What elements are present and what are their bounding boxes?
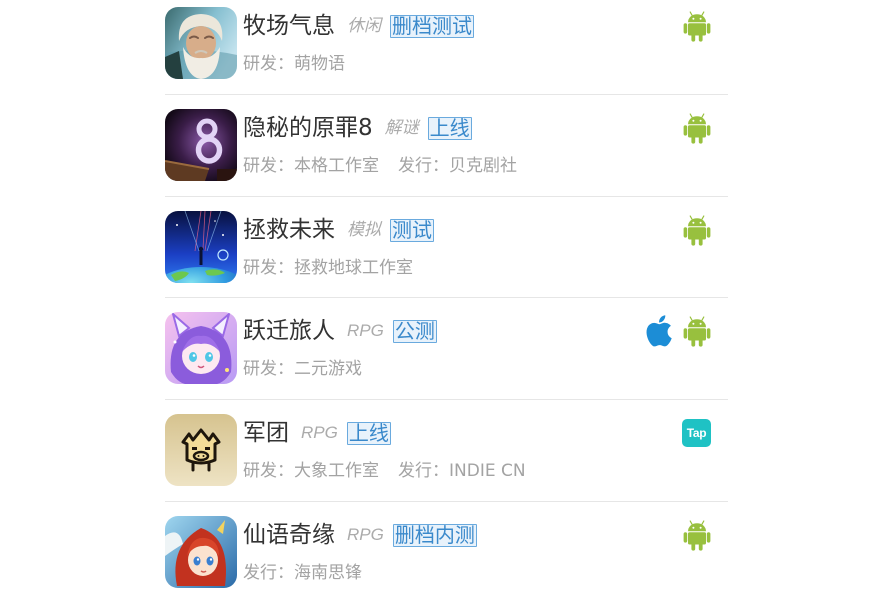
- developer-credit: 研发：本格工作室: [243, 156, 379, 176]
- game-list-item[interactable]: 拯救未来 模拟 测试 研发：拯救地球工作室: [165, 197, 728, 298]
- credits: 研发：萌物语: [243, 54, 474, 74]
- android-icon[interactable]: [683, 112, 711, 144]
- status-badge: 公测: [392, 318, 437, 343]
- game-list-item[interactable]: 牧场气息 休闲 删档测试 研发：萌物语: [165, 0, 728, 95]
- developer-credit: 研发：二元游戏: [243, 359, 362, 379]
- status-badge: 删档内测: [392, 522, 477, 547]
- title-line: 拯救未来 模拟 测试: [243, 217, 434, 243]
- game-info: 军团 RPG 上线 研发：大象工作室 发行：INDIE CN: [243, 414, 526, 486]
- game-title[interactable]: 隐秘的原罪8: [243, 115, 373, 141]
- credits: 研发：大象工作室 发行：INDIE CN: [243, 461, 526, 481]
- game-icon[interactable]: [165, 211, 237, 283]
- game-icon[interactable]: [165, 516, 237, 588]
- game-info: 牧场气息 休闲 删档测试 研发：萌物语: [243, 7, 474, 79]
- status-badge: 删档测试: [390, 13, 474, 38]
- game-artwork: [165, 414, 237, 486]
- status-badge: 测试: [390, 217, 434, 242]
- game-genre: RPG: [347, 321, 384, 340]
- publisher-credit: 发行：贝克剧社: [398, 156, 517, 176]
- credits: 研发：拯救地球工作室: [243, 258, 434, 278]
- platform-icons: [683, 214, 711, 246]
- android-icon[interactable]: [683, 315, 711, 347]
- game-artwork: [165, 516, 237, 588]
- game-title[interactable]: 牧场气息: [243, 13, 335, 39]
- game-icon[interactable]: [165, 312, 237, 384]
- platform-icons: [683, 519, 711, 551]
- taptap-icon[interactable]: Tap: [682, 419, 711, 447]
- game-artwork: [165, 7, 237, 79]
- game-icon[interactable]: [165, 7, 237, 79]
- credits: 研发：二元游戏: [243, 359, 437, 379]
- game-artwork: [165, 109, 237, 181]
- game-info: 跃迁旅人 RPG 公测 研发：二元游戏: [243, 312, 437, 384]
- game-info: 仙语奇缘 RPG 删档内测 发行：海南思锋: [243, 516, 477, 588]
- platform-icons: [683, 112, 711, 144]
- game-title[interactable]: 军团: [243, 420, 289, 446]
- title-line: 跃迁旅人 RPG 公测: [243, 318, 437, 344]
- game-genre: 模拟: [347, 220, 381, 239]
- android-icon[interactable]: [683, 10, 711, 42]
- android-icon[interactable]: [683, 519, 711, 551]
- developer-credit: 研发：拯救地球工作室: [243, 258, 413, 278]
- android-icon[interactable]: [683, 214, 711, 246]
- game-artwork: [165, 312, 237, 384]
- game-list-item[interactable]: 仙语奇缘 RPG 删档内测 发行：海南思锋: [165, 502, 728, 594]
- game-genre: RPG: [347, 525, 384, 544]
- publisher-credit: 发行：INDIE CN: [398, 461, 526, 481]
- credits: 研发：本格工作室 发行：贝克剧社: [243, 156, 517, 176]
- developer-credit: 研发：萌物语: [243, 54, 345, 74]
- title-line: 隐秘的原罪8 解谜 上线: [243, 115, 517, 141]
- title-line: 牧场气息 休闲 删档测试: [243, 13, 474, 39]
- game-genre: 解谜: [384, 118, 419, 137]
- publisher-credit: 发行：海南思锋: [243, 563, 362, 583]
- status-badge: 上线: [346, 420, 391, 445]
- game-icon[interactable]: [165, 109, 237, 181]
- game-artwork: [165, 211, 237, 283]
- title-line: 仙语奇缘 RPG 删档内测: [243, 522, 477, 548]
- game-genre: RPG: [301, 423, 338, 442]
- game-genre: 休闲: [347, 16, 381, 35]
- game-title[interactable]: 跃迁旅人: [243, 318, 335, 344]
- game-list-item[interactable]: 军团 RPG 上线 研发：大象工作室 发行：INDIE CN Tap: [165, 400, 728, 502]
- credits: 发行：海南思锋: [243, 563, 477, 583]
- game-info: 隐秘的原罪8 解谜 上线 研发：本格工作室 发行：贝克剧社: [243, 109, 517, 181]
- status-badge: 上线: [427, 115, 472, 140]
- game-list-item[interactable]: 跃迁旅人 RPG 公测 研发：二元游戏: [165, 298, 728, 400]
- title-line: 军团 RPG 上线: [243, 420, 526, 446]
- platform-icons: Tap: [682, 417, 711, 449]
- game-info: 拯救未来 模拟 测试 研发：拯救地球工作室: [243, 211, 434, 283]
- apple-icon[interactable]: [645, 315, 673, 347]
- game-icon[interactable]: [165, 414, 237, 486]
- game-list: 牧场气息 休闲 删档测试 研发：萌物语 隐秘的原罪8 解谜 上线 研发：本格工作…: [165, 0, 728, 594]
- platform-icons: [683, 10, 711, 42]
- developer-credit: 研发：大象工作室: [243, 461, 379, 481]
- game-title[interactable]: 拯救未来: [243, 217, 335, 243]
- game-list-item[interactable]: 隐秘的原罪8 解谜 上线 研发：本格工作室 发行：贝克剧社: [165, 95, 728, 197]
- platform-icons: [645, 315, 711, 347]
- game-title[interactable]: 仙语奇缘: [243, 522, 335, 548]
